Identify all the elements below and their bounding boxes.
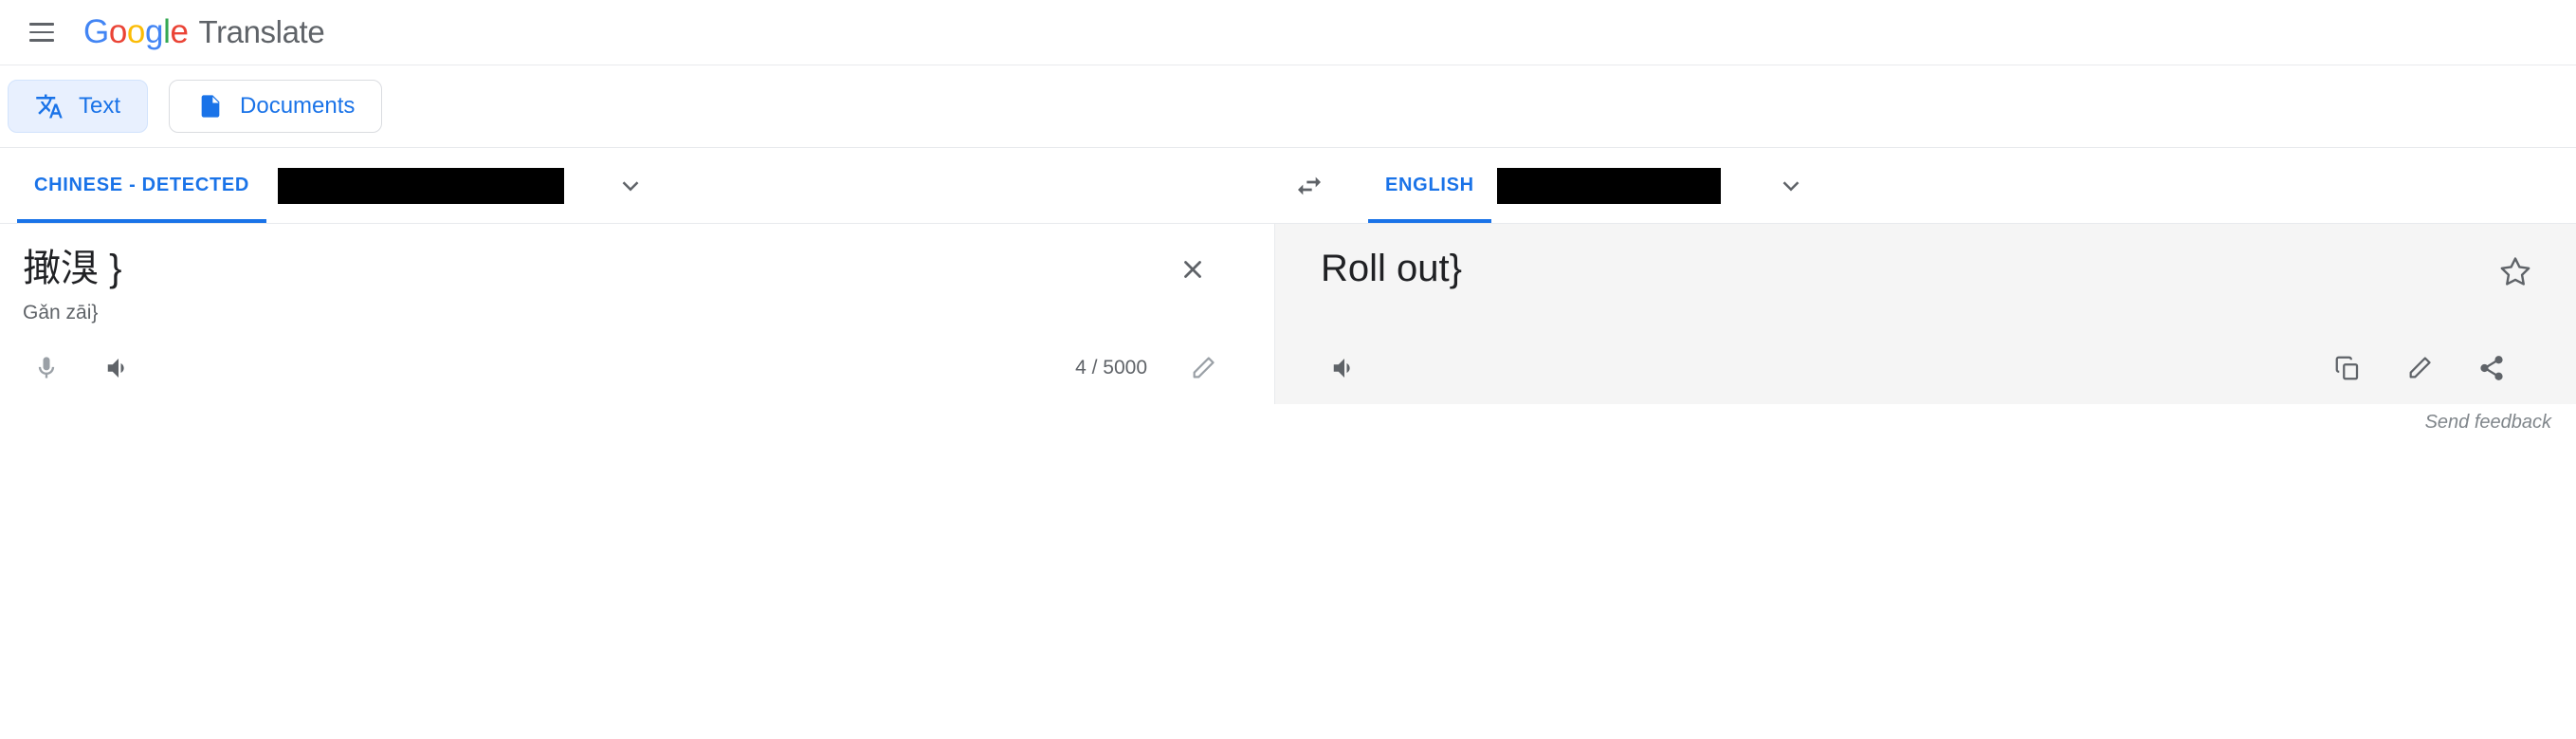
clear-source-close-icon[interactable] <box>1170 247 1215 292</box>
google-translate-logo[interactable]: G o o g l e Translate <box>83 13 325 51</box>
swap-languages-icon[interactable] <box>1279 156 1340 216</box>
target-language-redacted-option[interactable] <box>1496 167 1721 204</box>
tab-documents-label: Documents <box>240 93 356 119</box>
translated-text: Roll out} <box>1321 248 1462 289</box>
source-text-input[interactable]: 撖湨 } <box>0 224 1274 292</box>
source-language-label: CHINESE - DETECTED <box>34 175 250 195</box>
source-language-chip[interactable]: CHINESE - DETECTED <box>17 148 267 223</box>
page-footer: Send feedback <box>0 404 2576 461</box>
source-language-group: CHINESE - DETECTED <box>0 148 1275 223</box>
source-romanization: Gǎn zāi} <box>23 302 99 323</box>
product-name: Translate <box>198 14 325 49</box>
translate-icon <box>35 92 64 120</box>
logo-letter-g2: g <box>144 13 164 50</box>
app-header: G o o g l e Translate <box>0 0 2576 65</box>
source-speaker-icon[interactable] <box>95 344 142 392</box>
tab-text[interactable]: Text <box>8 80 149 133</box>
microphone-icon[interactable] <box>23 344 70 392</box>
translated-text-panel: Roll out} <box>1275 224 2576 404</box>
hamburger-bar <box>29 23 54 26</box>
source-language-chevron-down-icon[interactable] <box>604 159 657 212</box>
star-outline-icon[interactable] <box>2491 247 2540 296</box>
share-icon[interactable] <box>2468 344 2515 392</box>
copy-icon[interactable] <box>2324 344 2371 392</box>
target-language-chip[interactable]: ENGLISH <box>1368 148 1491 223</box>
source-text-panel: 撖湨 } Gǎn zāi} 4 / 5000 <box>0 224 1275 404</box>
logo-letter-o1: o <box>108 13 127 50</box>
character-count: 4 / 5000 <box>1075 357 1147 379</box>
target-language-chevron-down-icon[interactable] <box>1764 159 1818 212</box>
target-panel-toolbar <box>1275 340 2576 397</box>
target-language-label: ENGLISH <box>1385 175 1474 195</box>
tab-documents[interactable]: Documents <box>169 80 383 133</box>
source-pencil-icon[interactable] <box>1179 344 1227 392</box>
document-icon <box>196 92 225 120</box>
hamburger-bar <box>29 39 54 42</box>
hamburger-menu-icon[interactable] <box>21 11 63 53</box>
target-speaker-icon[interactable] <box>1321 344 1368 392</box>
send-feedback-link[interactable]: Send feedback <box>2425 412 2551 434</box>
tab-text-label: Text <box>79 93 121 119</box>
hamburger-bar <box>29 30 54 34</box>
source-language-redacted-option[interactable] <box>278 167 565 204</box>
target-pencil-icon[interactable] <box>2396 344 2443 392</box>
logo-letter-g: G <box>83 13 109 50</box>
logo-letter-o2: o <box>126 13 145 50</box>
translation-panels: 撖湨 } Gǎn zāi} 4 / 5000 Roll out} <box>0 224 2576 404</box>
logo-letter-e: e <box>170 13 189 50</box>
target-language-group: ENGLISH <box>1275 148 2576 223</box>
language-selector-bar: CHINESE - DETECTED ENGLISH <box>0 148 2576 224</box>
mode-tabs: Text Documents <box>0 65 2576 148</box>
source-panel-toolbar: 4 / 5000 <box>0 340 1274 397</box>
logo-letter-l: l <box>163 13 171 50</box>
